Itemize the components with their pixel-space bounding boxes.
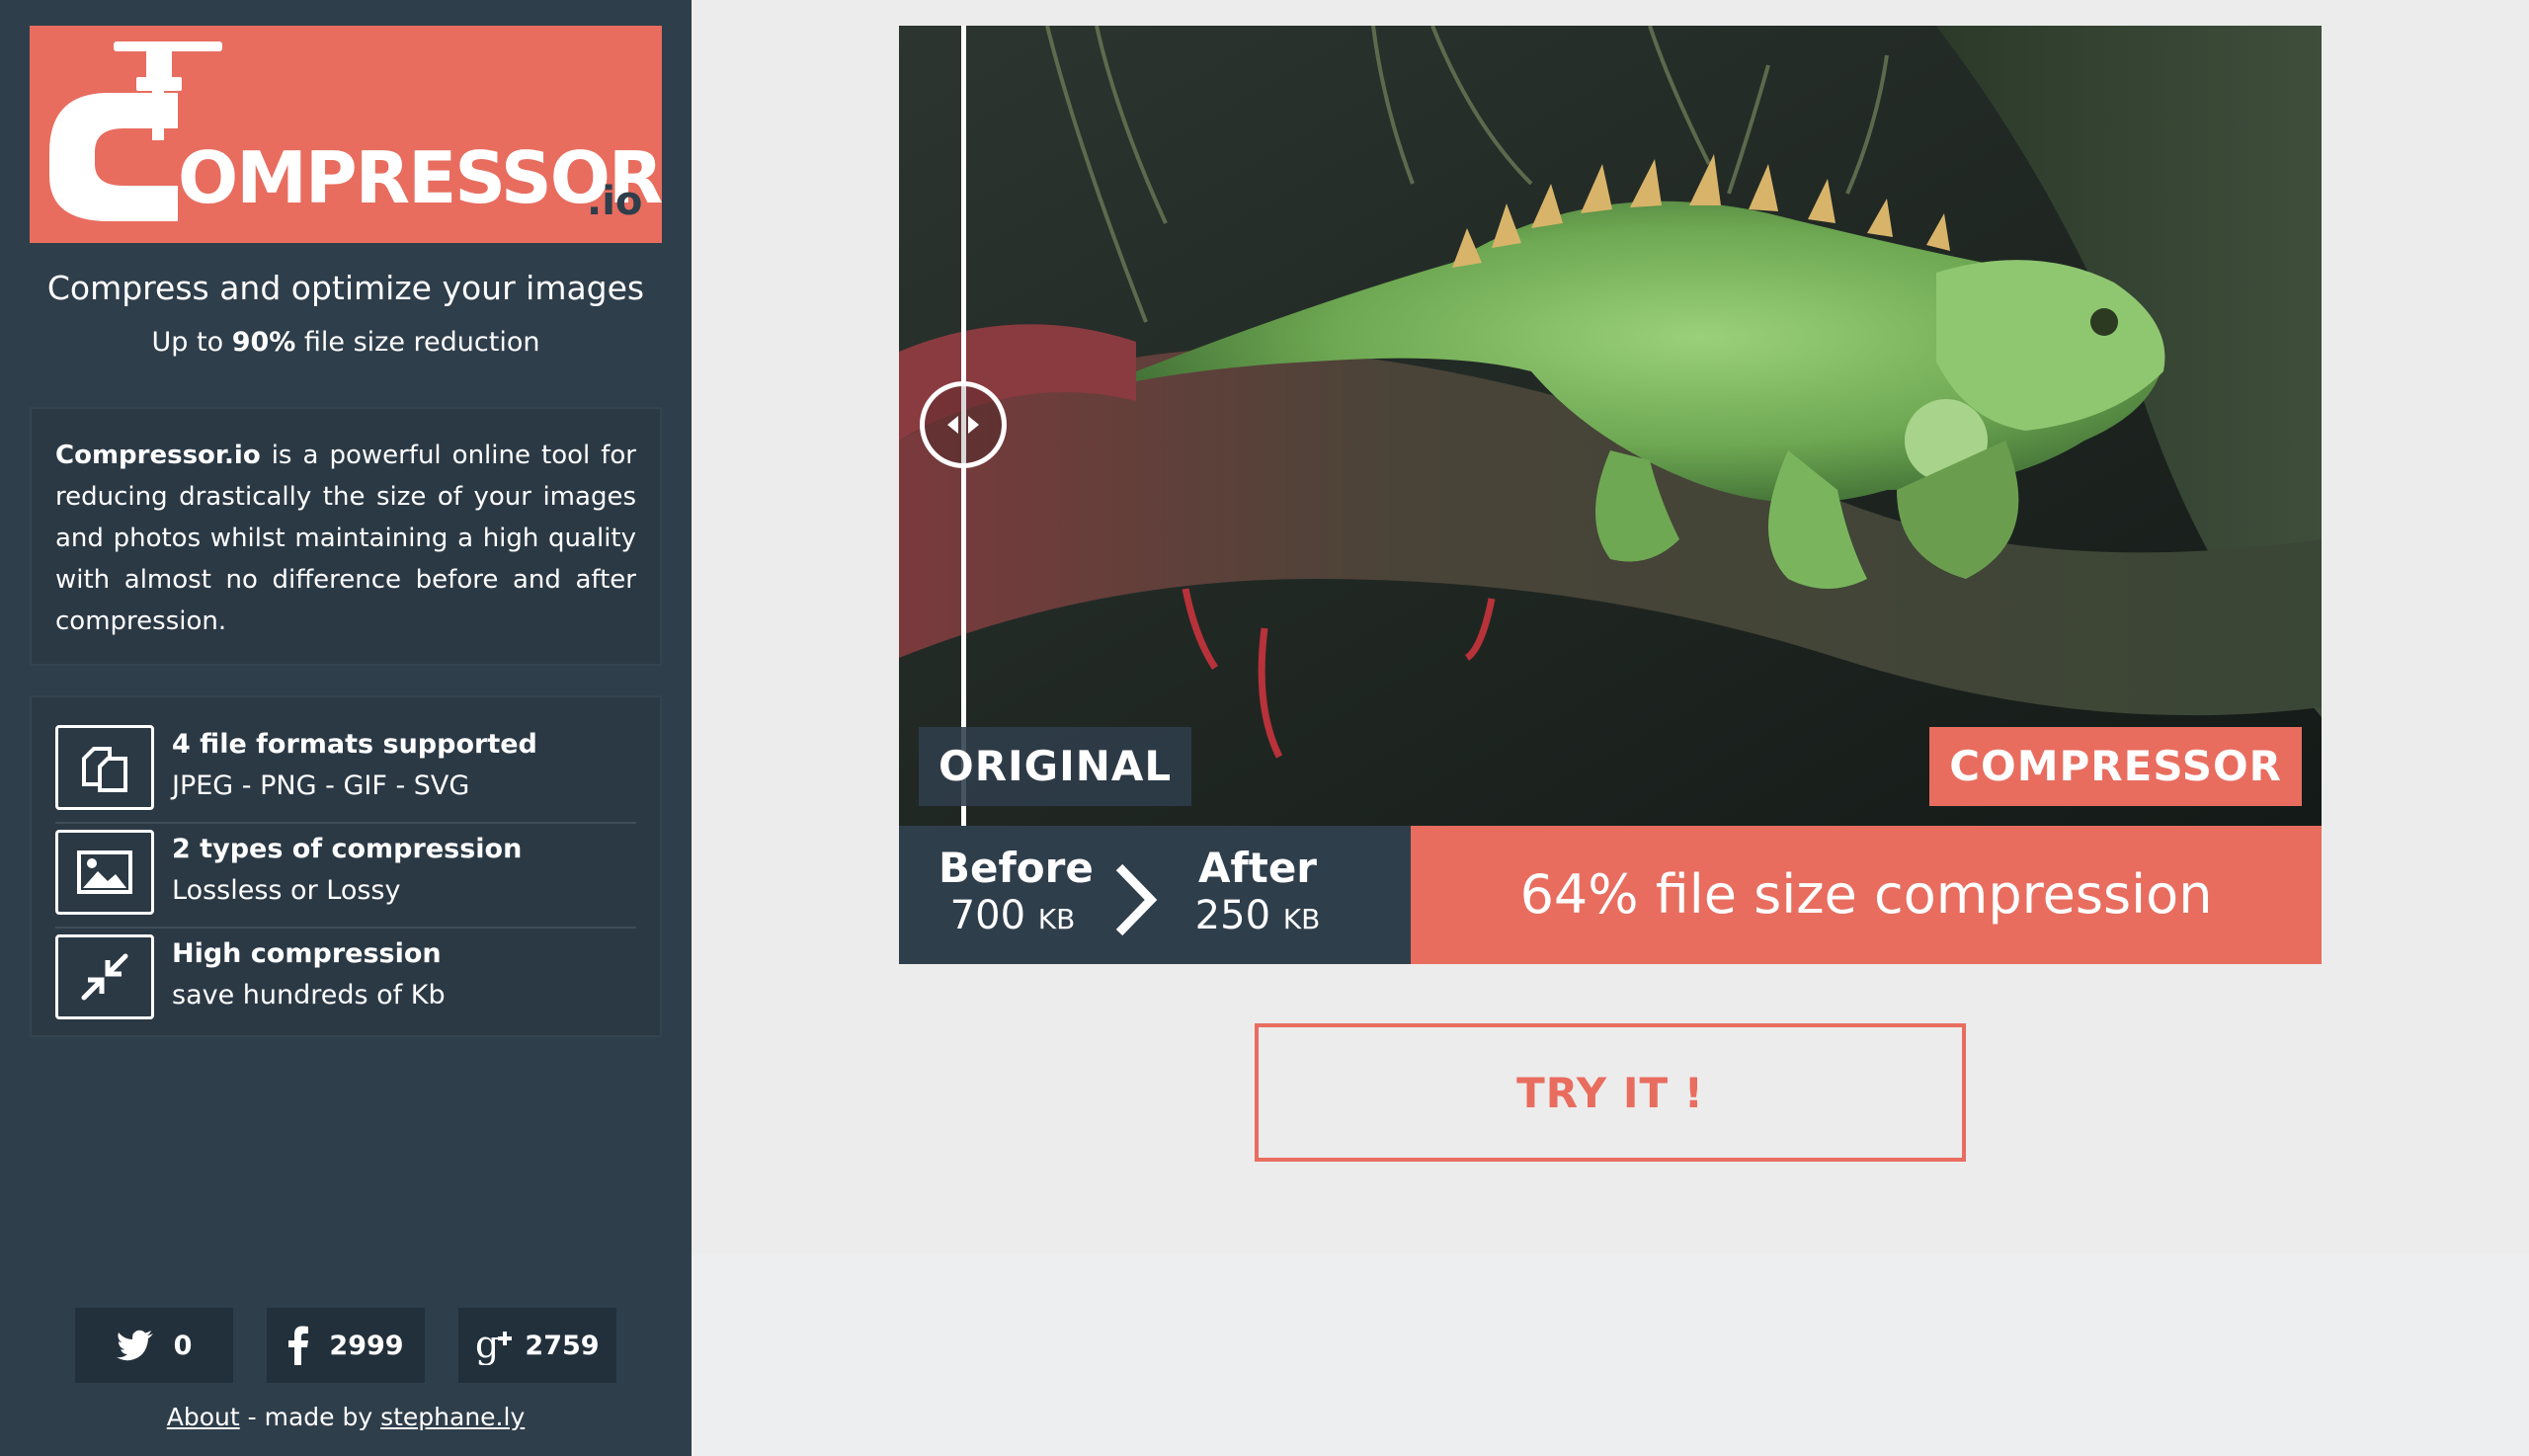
- features-box: 4 file formats supported JPEG - PNG - GI…: [30, 695, 662, 1037]
- size-stats: Before 700 KB After 250 KB: [899, 826, 1411, 964]
- iguana-photo: [899, 26, 2322, 826]
- arrow-right-icon: [968, 416, 979, 434]
- logo-suffix: .io: [587, 179, 643, 224]
- compressor-logo[interactable]: OMPRESSOR .io: [30, 26, 662, 243]
- sidebar: OMPRESSOR .io Compress and optimize your…: [0, 0, 692, 1456]
- tagline: Compress and optimize your images: [46, 269, 645, 307]
- image-icon: [55, 830, 154, 915]
- compress-arrows-icon: [55, 934, 154, 1019]
- compressor-label: COMPRESSOR: [1929, 727, 2302, 806]
- feature-item: High compression save hundreds of Kb: [55, 929, 636, 1033]
- description-box: Compressor.io is a powerful online tool …: [30, 407, 662, 666]
- file-formats-icon: [55, 725, 154, 810]
- sub-tagline: Up to 90% file size reduction: [151, 327, 540, 358]
- before-after-viewer[interactable]: ORIGINAL COMPRESSOR: [899, 26, 2322, 826]
- google-plus-count: 2759: [525, 1330, 600, 1361]
- original-label: ORIGINAL: [919, 727, 1192, 806]
- facebook-share-button[interactable]: 2999: [267, 1308, 425, 1383]
- description-text: Compressor.io is a powerful online tool …: [55, 441, 636, 636]
- twitter-share-button[interactable]: 0: [75, 1308, 233, 1383]
- before-stat: Before 700 KB: [938, 844, 1094, 942]
- after-value: 250 KB: [1194, 893, 1321, 938]
- chevron-right-icon: [1115, 863, 1158, 936]
- arrow-left-icon: [947, 416, 958, 434]
- compression-result-banner: 64% file size compression: [1411, 826, 2322, 964]
- try-it-button[interactable]: TRY IT !: [1255, 1023, 1966, 1162]
- feature-subtitle: Lossless or Lossy: [172, 875, 401, 906]
- after-label: After: [1197, 844, 1318, 892]
- before-label: Before: [938, 844, 1094, 892]
- svg-text:g: g: [475, 1326, 499, 1365]
- feature-item: 2 types of compression Lossless or Lossy: [55, 824, 636, 929]
- feature-item: 4 file formats supported JPEG - PNG - GI…: [55, 719, 636, 824]
- before-value: 700 KB: [949, 893, 1076, 938]
- author-link[interactable]: stephane.ly: [380, 1403, 525, 1431]
- main-footer-area: [692, 1254, 2529, 1456]
- google-plus-share-button[interactable]: g 2759: [458, 1308, 616, 1383]
- google-plus-icon: g: [475, 1326, 513, 1365]
- feature-subtitle: save hundreds of Kb: [172, 980, 446, 1011]
- facebook-icon: [288, 1326, 309, 1365]
- feature-title: 4 file formats supported: [172, 729, 537, 760]
- comparison-slider-handle[interactable]: [920, 381, 1007, 468]
- footer: About - made by stephane.ly: [166, 1403, 526, 1431]
- twitter-icon: [116, 1330, 153, 1361]
- feature-title: 2 types of compression: [172, 834, 523, 864]
- feature-subtitle: JPEG - PNG - GIF - SVG: [172, 770, 470, 801]
- after-stat: After 250 KB: [1183, 844, 1332, 942]
- about-link[interactable]: About: [167, 1403, 240, 1431]
- feature-title: High compression: [172, 938, 442, 969]
- facebook-count: 2999: [329, 1330, 404, 1361]
- twitter-count: 0: [173, 1330, 193, 1361]
